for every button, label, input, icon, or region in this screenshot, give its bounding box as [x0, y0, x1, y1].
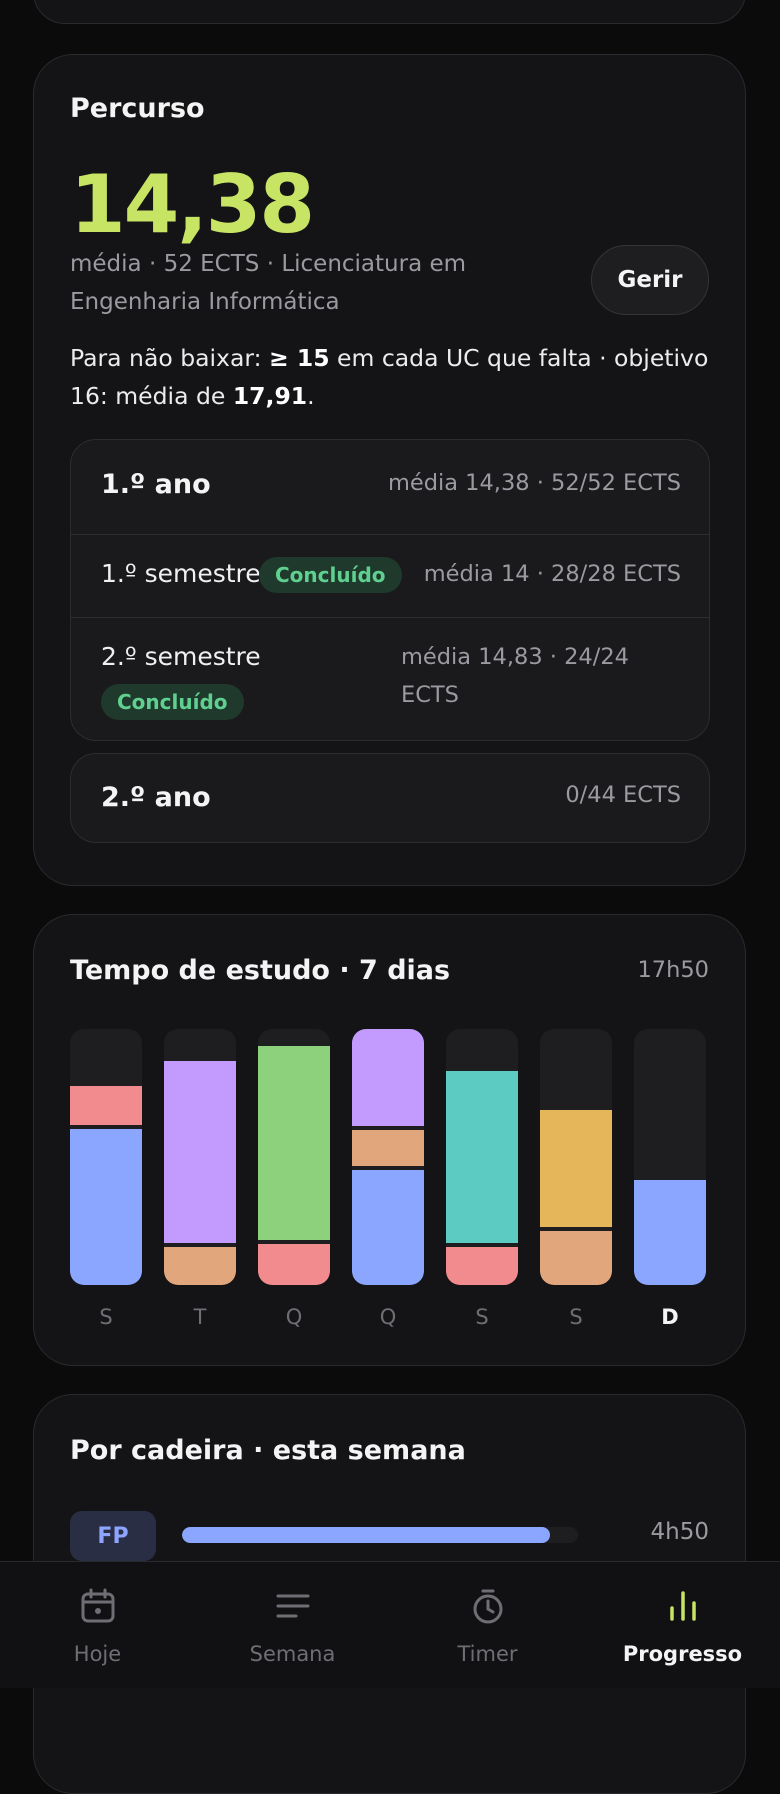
chart-bar-segment: [352, 1029, 424, 1126]
chart-bar-segment: [634, 1180, 706, 1285]
semester-row-2[interactable]: 2.º semestre Concluído média 14,83 · 24/…: [71, 617, 709, 740]
semester-row-1[interactable]: 1.º semestre Concluído média 14 · 28/28 …: [71, 534, 709, 617]
chart-bar-segment: [258, 1244, 330, 1285]
nav-semana[interactable]: Semana: [195, 1562, 390, 1688]
status-badge: Concluído: [101, 684, 244, 720]
average-value: 14,38: [70, 158, 315, 251]
chart-day-label: Q: [379, 1305, 397, 1329]
chart-bar-segment: [352, 1169, 424, 1285]
goal-suffix: .: [307, 382, 315, 410]
chart-day-label: Q: [285, 1305, 303, 1329]
subject-time: 4h50: [650, 1519, 709, 1545]
chart-day-label: S: [569, 1305, 583, 1329]
chart-bar-segment: [70, 1086, 142, 1125]
chart-day-label: D: [661, 1305, 679, 1329]
chart-bar-column: [164, 1029, 236, 1285]
calendar-icon: [81, 1588, 114, 1623]
stopwatch-icon: [473, 1589, 502, 1624]
chart-bar-segment: [70, 1128, 142, 1285]
percurso-title: Percurso: [70, 93, 205, 124]
year-2-box[interactable]: 2.º ano 0/44 ECTS: [70, 753, 710, 843]
year-1-header[interactable]: 1.º ano média 14,38 · 52/52 ECTS: [71, 440, 709, 534]
chart-day-label: S: [99, 1305, 113, 1329]
bottom-nav: Hoje Semana Timer Progresso: [0, 1561, 780, 1688]
goal-min: ≥ 15: [268, 344, 330, 372]
nav-label: Progresso: [622, 1642, 743, 1666]
year-name: 1.º ano: [101, 469, 211, 500]
nav-label: Hoje: [73, 1642, 122, 1666]
nav-label: Timer: [457, 1642, 518, 1666]
chart-day-label: T: [193, 1305, 207, 1329]
semester-meta: média 14 · 28/28 ECTS: [423, 561, 681, 587]
subject-progress-fill: [182, 1527, 551, 1543]
goal-target: 17,91: [232, 382, 308, 410]
percurso-card: Percurso 14,38 média · 52 ECTS · Licenci…: [33, 54, 746, 886]
year-meta: média 14,38 · 52/52 ECTS: [387, 470, 681, 496]
chart-bar-segment: [258, 1045, 330, 1241]
chart-bar-column: [634, 1029, 706, 1285]
chart-bar-column: [446, 1029, 518, 1285]
nav-hoje[interactable]: Hoje: [0, 1562, 195, 1688]
chart-day-label: S: [475, 1305, 489, 1329]
goal-prefix: Para não baixar:: [70, 344, 269, 372]
year-1-box[interactable]: 1.º ano média 14,38 · 52/52 ECTS 1.º sem…: [70, 439, 710, 741]
previous-card: [33, 0, 746, 24]
semester-meta: média 14,83 · 24/24 ECTS: [401, 644, 629, 708]
chart-bar-segment: [352, 1129, 424, 1166]
list-icon: [276, 1594, 309, 1618]
chart-bar-segment: [540, 1231, 612, 1285]
semester-name: 2.º semestre: [101, 642, 261, 671]
nav-timer[interactable]: Timer: [390, 1562, 585, 1688]
chart-bar-column: [540, 1029, 612, 1285]
chart-bar-segment: [164, 1060, 236, 1243]
chart-bar-segment: [540, 1109, 612, 1228]
chart-bar-segment: [446, 1246, 518, 1285]
average-subtitle: média · 52 ECTS · Licenciatura em Engenh…: [70, 251, 467, 315]
goal-text: Para não baixar: ≥ 15 em cada UC que fal…: [70, 339, 710, 415]
subject-chip[interactable]: FP: [70, 1511, 156, 1561]
nav-label: Semana: [249, 1642, 336, 1666]
study-time-card: Tempo de estudo · 7 dias 17h50 STQQSSD: [33, 914, 746, 1366]
per-subject-title: Por cadeira · esta semana: [70, 1435, 466, 1466]
chart-bar-segment: [446, 1071, 518, 1243]
chart-bar-column: [258, 1029, 330, 1285]
year-name: 2.º ano: [101, 782, 211, 813]
chart-bar-column: [352, 1029, 424, 1285]
semester-name: 1.º semestre: [101, 559, 261, 588]
chart-bar-segment: [164, 1246, 236, 1285]
subject-progress-track: [182, 1527, 578, 1543]
status-badge: Concluído: [259, 557, 402, 593]
manage-button[interactable]: Gerir: [591, 245, 709, 315]
year-meta: 0/44 ECTS: [565, 782, 681, 808]
study-chart: STQQSSD: [34, 915, 747, 1367]
nav-progresso[interactable]: Progresso: [585, 1562, 780, 1688]
chart-bar-column: [70, 1029, 142, 1285]
bar-chart-icon: [669, 1591, 696, 1621]
